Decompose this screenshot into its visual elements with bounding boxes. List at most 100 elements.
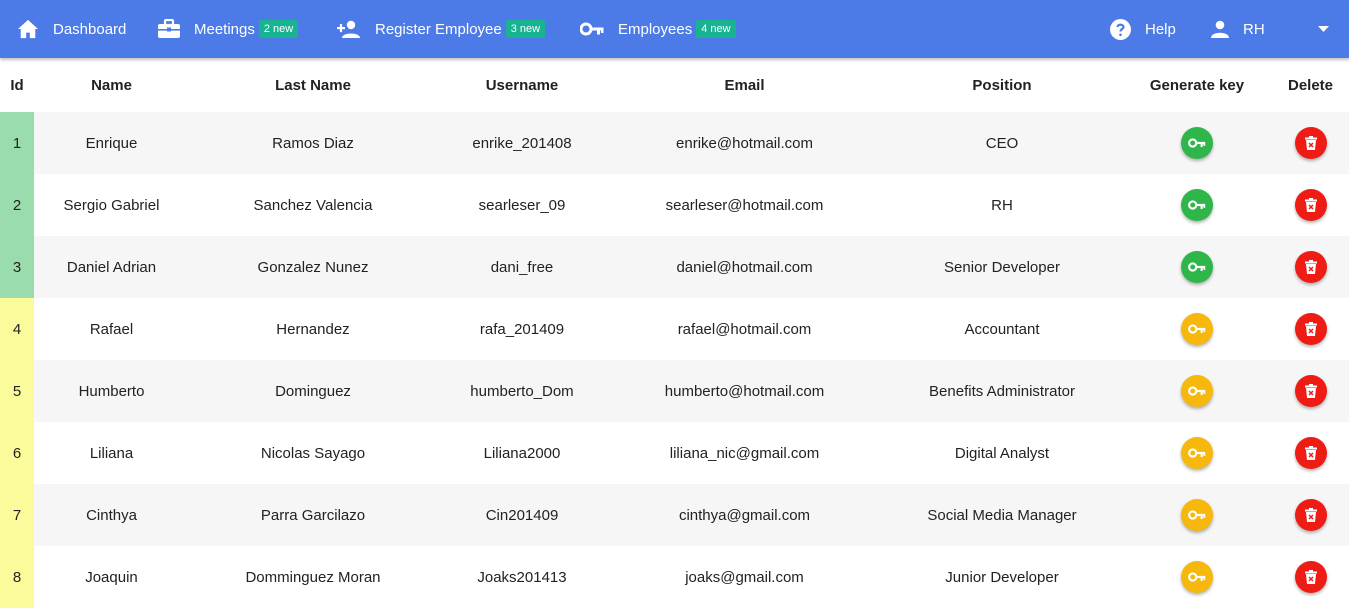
cell-id: 5 (0, 360, 34, 422)
cell-generate-key (1122, 360, 1272, 422)
delete-button[interactable] (1294, 499, 1327, 531)
cell-name: Liliana (34, 422, 189, 484)
cell-last-name: Sanchez Valencia (189, 174, 437, 236)
cell-name: Rafael (34, 298, 189, 360)
cell-username: rafa_201409 (437, 298, 607, 360)
table-row: 1 Enrique Ramos Diaz enrike_201408 enrike@ho… (0, 112, 1349, 174)
cell-position: RH (882, 174, 1122, 236)
table-row: 6 Liliana Nicolas Sayago Liliana2000 liliana… (0, 422, 1349, 484)
header-name: Name (91, 76, 132, 94)
cell-delete (1272, 360, 1349, 422)
key-icon (1188, 200, 1206, 210)
nav-user-menu[interactable]: RH (1211, 0, 1265, 58)
cell-id: 2 (0, 174, 34, 236)
cell-id: 8 (0, 546, 34, 608)
cell-email: joaks@gmail.com (607, 546, 882, 608)
cell-delete (1272, 298, 1349, 360)
cell-username: humberto_Dom (437, 360, 607, 422)
cell-generate-key (1122, 298, 1272, 360)
cell-name: Cinthya (34, 484, 189, 546)
generate-key-button[interactable] (1181, 189, 1213, 221)
nav-meetings[interactable]: Meetings 2 new (158, 0, 299, 58)
cell-delete (1272, 174, 1349, 236)
person-add-icon (337, 20, 361, 38)
trash-icon (1304, 136, 1317, 150)
delete-button[interactable] (1294, 437, 1327, 469)
generate-key-button[interactable] (1181, 127, 1213, 159)
nav-help[interactable]: Help (1110, 0, 1176, 58)
cell-name: Enrique (34, 112, 189, 174)
delete-button[interactable] (1294, 375, 1327, 407)
user-menu-dropdown[interactable] (1318, 0, 1329, 58)
trash-icon (1304, 198, 1317, 212)
key-icon (1188, 448, 1206, 458)
trash-icon (1304, 446, 1317, 460)
cell-delete (1272, 422, 1349, 484)
cell-position: Digital Analyst (882, 422, 1122, 484)
cell-email: rafael@hotmail.com (607, 298, 882, 360)
delete-button[interactable] (1294, 127, 1327, 159)
nav-dashboard[interactable]: Dashboard (17, 0, 126, 58)
cell-email: humberto@hotmail.com (607, 360, 882, 422)
nav-register-employee[interactable]: Register Employee 3 new (337, 0, 546, 58)
delete-button[interactable] (1294, 189, 1327, 221)
nav-user-label: RH (1243, 20, 1265, 38)
cell-id: 3 (0, 236, 34, 298)
cell-last-name: Parra Garcilazo (189, 484, 437, 546)
help-icon (1110, 18, 1131, 40)
register-badge: 3 new (505, 20, 546, 38)
cell-username: searleser_09 (437, 174, 607, 236)
cell-email: daniel@hotmail.com (607, 236, 882, 298)
nav-employees[interactable]: Employees 4 new (580, 0, 736, 58)
employees-badge: 4 new (696, 20, 736, 38)
nav-meetings-label: Meetings (194, 20, 255, 38)
trash-icon (1304, 384, 1317, 398)
trash-icon (1304, 570, 1317, 584)
cell-last-name: Gonzalez Nunez (189, 236, 437, 298)
key-icon (1188, 386, 1206, 396)
delete-button[interactable] (1294, 313, 1327, 345)
generate-key-button[interactable] (1181, 375, 1213, 407)
cell-name: Joaquin (34, 546, 189, 608)
cell-username: enrike_201408 (437, 112, 607, 174)
employees-table: Id Name Last Name Username Email Positio… (0, 58, 1349, 608)
cell-username: Liliana2000 (437, 422, 607, 484)
cell-position: Accountant (882, 298, 1122, 360)
header-position: Position (972, 76, 1032, 94)
cell-generate-key (1122, 546, 1272, 608)
table-header-row: Id Name Last Name Username Email Positio… (0, 58, 1349, 112)
cell-position: CEO (882, 112, 1122, 174)
table-row: 8 Joaquin Domminguez Moran Joaks201413 joaks… (0, 546, 1349, 608)
cell-generate-key (1122, 422, 1272, 484)
cell-generate-key (1122, 174, 1272, 236)
cell-position: Junior Developer (882, 546, 1122, 608)
generate-key-button[interactable] (1181, 437, 1213, 469)
cell-username: Cin201409 (437, 484, 607, 546)
top-navbar: Dashboard Meetings 2 new Register Employ… (0, 0, 1349, 58)
generate-key-button[interactable] (1181, 499, 1213, 531)
cell-delete (1272, 236, 1349, 298)
cell-name: Humberto (34, 360, 189, 422)
cell-generate-key (1122, 236, 1272, 298)
table-row: 7 Cinthya Parra Garcilazo Cin201409 cinthya@… (0, 484, 1349, 546)
generate-key-button[interactable] (1181, 561, 1213, 593)
cell-delete (1272, 484, 1349, 546)
nav-register-label: Register Employee (375, 20, 502, 38)
header-last-name: Last Name (275, 76, 351, 94)
header-username: Username (485, 76, 559, 94)
cell-position: Social Media Manager (882, 484, 1122, 546)
cell-name: Daniel Adrian (34, 236, 189, 298)
cell-last-name: Domminguez Moran (189, 546, 437, 608)
cell-last-name: Nicolas Sayago (189, 422, 437, 484)
nav-help-label: Help (1145, 20, 1176, 38)
delete-button[interactable] (1294, 251, 1327, 283)
table-row: 4 Rafael Hernandez rafa_201409 rafael@hotmai… (0, 298, 1349, 360)
key-icon (1188, 324, 1206, 334)
nav-employees-label: Employees (618, 20, 693, 38)
key-icon (1188, 262, 1206, 272)
generate-key-button[interactable] (1181, 251, 1213, 283)
delete-button[interactable] (1294, 561, 1327, 593)
generate-key-button[interactable] (1181, 313, 1213, 345)
cell-name: Sergio Gabriel (34, 174, 189, 236)
cell-last-name: Ramos Diaz (189, 112, 437, 174)
